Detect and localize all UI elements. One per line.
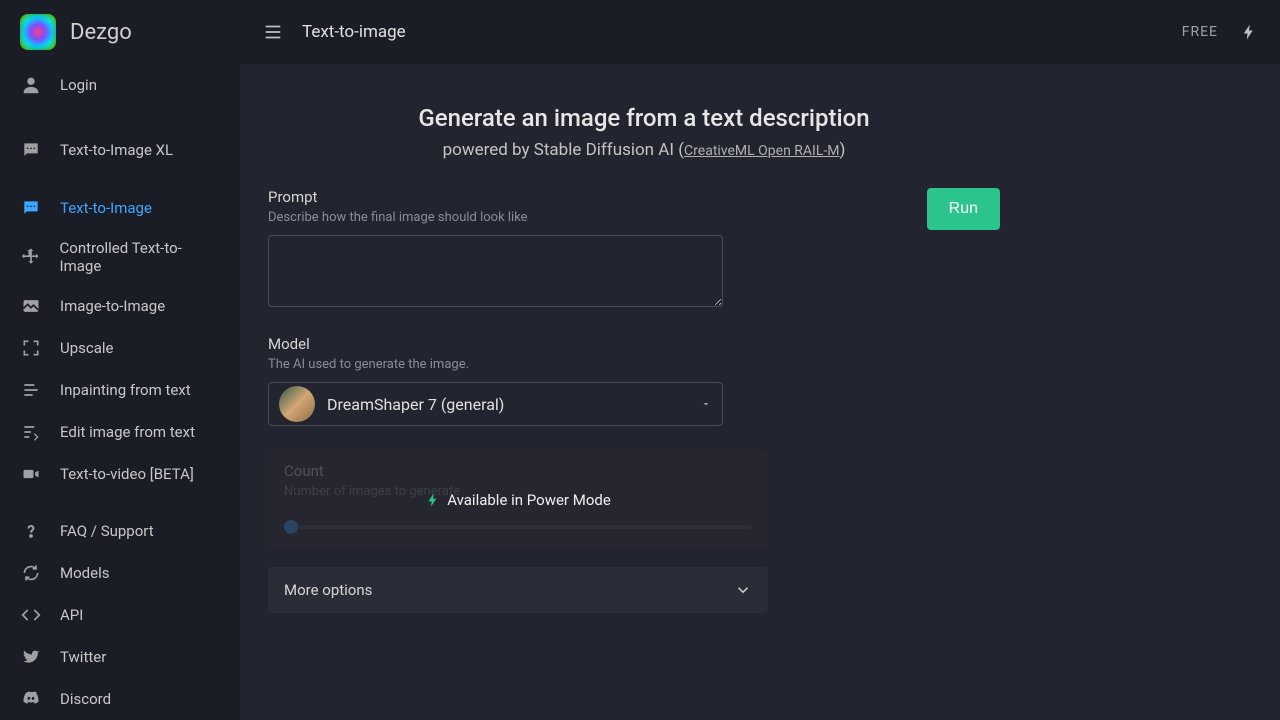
sidebar-label: Controlled Text-to-Image bbox=[60, 239, 220, 275]
sidebar-label: Inpainting from text bbox=[60, 381, 191, 399]
sidebar-label: API bbox=[60, 606, 83, 624]
sidebar-item-image-to-image[interactable]: Image-to-Image bbox=[0, 285, 240, 327]
model-label: Model bbox=[268, 335, 728, 353]
question-icon bbox=[20, 520, 42, 542]
headline: Generate an image from a text descriptio… bbox=[268, 104, 1020, 132]
main-panel: Text-to-image FREE Generate an image fro… bbox=[240, 0, 1280, 720]
prompt-desc: Describe how the final image should look… bbox=[268, 210, 728, 225]
topbar: Text-to-image FREE bbox=[240, 0, 1280, 64]
sidebar-label: Twitter bbox=[60, 648, 106, 666]
move-icon bbox=[20, 246, 42, 268]
content: Generate an image from a text descriptio… bbox=[240, 64, 1280, 720]
sidebar: Dezgo Login Text-to-Image XL Text-to-Ima… bbox=[0, 0, 240, 720]
sidebar-label: Login bbox=[60, 76, 97, 94]
model-select[interactable]: DreamShaper 7 (general) bbox=[268, 382, 723, 426]
model-desc: The AI used to generate the image. bbox=[268, 357, 728, 372]
sidebar-label: Text-to-video [BETA] bbox=[60, 465, 194, 483]
video-icon bbox=[20, 463, 42, 485]
sidebar-item-twitter[interactable]: Twitter bbox=[0, 636, 240, 678]
sidebar-item-discord[interactable]: Discord bbox=[0, 678, 240, 720]
image-icon bbox=[20, 295, 42, 317]
chevron-down-icon bbox=[734, 581, 752, 599]
subhead-text: powered by Stable Diffusion AI bbox=[443, 140, 679, 160]
model-selected-text: DreamShaper 7 (general) bbox=[327, 395, 688, 414]
plan-badge[interactable]: FREE bbox=[1182, 24, 1218, 40]
page-title: Text-to-image bbox=[302, 22, 406, 42]
sidebar-item-upscale[interactable]: Upscale bbox=[0, 327, 240, 369]
app-name: Dezgo bbox=[70, 20, 132, 45]
more-options-label: More options bbox=[284, 581, 372, 599]
power-mode-overlay[interactable]: Available in Power Mode bbox=[268, 450, 768, 549]
sidebar-item-controlled[interactable]: Controlled Text-to-Image bbox=[0, 229, 240, 285]
list-icon bbox=[20, 379, 42, 401]
chat-icon bbox=[20, 197, 42, 219]
fullscreen-icon bbox=[20, 337, 42, 359]
sidebar-item-faq[interactable]: FAQ / Support bbox=[0, 510, 240, 552]
caret-down-icon bbox=[700, 398, 712, 410]
model-thumbnail bbox=[279, 386, 315, 422]
sidebar-label: Text-to-Image bbox=[60, 199, 152, 217]
discord-icon bbox=[20, 688, 42, 710]
sidebar-item-models[interactable]: Models bbox=[0, 552, 240, 594]
sidebar-item-inpainting[interactable]: Inpainting from text bbox=[0, 369, 240, 411]
paren-close: ) bbox=[839, 140, 845, 160]
twitter-icon bbox=[20, 646, 42, 668]
power-mode-text: Available in Power Mode bbox=[447, 491, 611, 509]
sidebar-item-text-to-video[interactable]: Text-to-video [BETA] bbox=[0, 453, 240, 495]
more-options-toggle[interactable]: More options bbox=[268, 567, 768, 613]
edit-list-icon bbox=[20, 421, 42, 443]
user-icon bbox=[20, 74, 42, 96]
sidebar-label: Models bbox=[60, 564, 109, 582]
chat-icon bbox=[20, 139, 42, 161]
sidebar-label: Upscale bbox=[60, 339, 114, 357]
sidebar-label: FAQ / Support bbox=[60, 522, 154, 540]
sidebar-label: Discord bbox=[60, 690, 111, 708]
logo-area[interactable]: Dezgo bbox=[0, 0, 240, 64]
menu-icon[interactable] bbox=[262, 21, 284, 43]
prompt-field: Prompt Describe how the final image shou… bbox=[268, 188, 728, 311]
sidebar-item-api[interactable]: API bbox=[0, 594, 240, 636]
license-link[interactable]: CreativeML Open RAIL-M bbox=[684, 143, 839, 159]
sidebar-label: Image-to-Image bbox=[60, 297, 165, 315]
sidebar-item-login[interactable]: Login bbox=[0, 64, 240, 106]
refresh-icon bbox=[20, 562, 42, 584]
model-field: Model The AI used to generate the image.… bbox=[268, 335, 728, 426]
bolt-icon[interactable] bbox=[1240, 23, 1258, 41]
sidebar-item-edit-image[interactable]: Edit image from text bbox=[0, 411, 240, 453]
sidebar-label: Edit image from text bbox=[60, 423, 195, 441]
sidebar-item-text-to-image[interactable]: Text-to-Image bbox=[0, 187, 240, 229]
sidebar-label: Text-to-Image XL bbox=[60, 141, 173, 159]
prompt-input[interactable] bbox=[268, 235, 723, 307]
code-icon bbox=[20, 604, 42, 626]
prompt-label: Prompt bbox=[268, 188, 728, 206]
count-field: Count Number of images to generate Avail… bbox=[268, 450, 768, 549]
sidebar-item-text-to-image-xl[interactable]: Text-to-Image XL bbox=[0, 121, 240, 179]
subheadline: powered by Stable Diffusion AI (Creative… bbox=[268, 140, 1020, 160]
run-button[interactable]: Run bbox=[927, 188, 1000, 230]
bolt-icon bbox=[425, 492, 441, 508]
logo-icon bbox=[20, 14, 56, 50]
